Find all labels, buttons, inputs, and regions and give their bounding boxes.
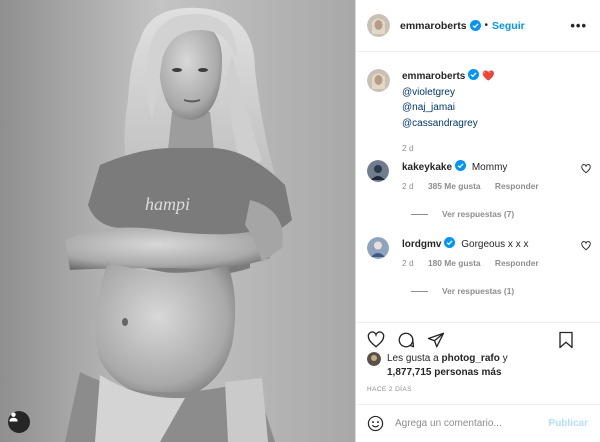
emoji-icon[interactable] [367, 415, 384, 432]
post-photo[interactable]: hampi [0, 0, 355, 442]
verified-badge-icon [469, 20, 481, 31]
replies-line [411, 213, 428, 215]
comment-heart-icon[interactable] [581, 164, 591, 174]
comment-heart-icon[interactable] [581, 241, 591, 251]
view-replies-label: Ver respuestas (1) [442, 286, 515, 296]
caption-username[interactable]: emmaroberts [402, 71, 465, 82]
comment-text: Gorgeous x x x [461, 239, 529, 250]
separator-dot: • [484, 20, 489, 31]
follow-button[interactable]: Seguir [492, 20, 525, 32]
comment-likes[interactable]: 180 Me gusta [428, 258, 481, 268]
comment-username[interactable]: kakeykake [402, 162, 452, 173]
mention-link[interactable]: @cassandragrey [402, 116, 495, 132]
likes-connector: y [502, 353, 508, 364]
more-options-button[interactable]: ••• [570, 18, 587, 33]
photo-illustration: hampi [0, 0, 355, 442]
comment-likes[interactable]: 385 Me gusta [428, 181, 481, 191]
mention-link[interactable]: @naj_jamai [402, 100, 495, 116]
comment-username[interactable]: lordgmv [402, 239, 441, 250]
reply-button[interactable]: Responder [495, 258, 539, 268]
comment-time[interactable]: 2 d [402, 258, 414, 268]
publish-button[interactable]: Publicar [549, 418, 588, 429]
post-caption: emmaroberts ❤️ @violetgrey @naj_jamai @c… [367, 69, 495, 157]
likes-count[interactable]: 1,877,715 personas más [387, 367, 502, 378]
caption-time[interactable]: 2 d [402, 141, 495, 157]
comments-list[interactable]: emmaroberts ❤️ @violetgrey @naj_jamai @c… [356, 52, 600, 322]
liker-avatar[interactable] [367, 352, 381, 366]
caption-avatar[interactable] [367, 69, 390, 92]
comment-avatar[interactable] [367, 237, 389, 259]
post-header: emmaroberts • Seguir ••• [356, 0, 600, 52]
comment-time[interactable]: 2 d [402, 181, 414, 191]
instagram-post: hampi emmaroberts • Seguir ••• emmarober… [0, 0, 600, 442]
post-side-panel: emmaroberts • Seguir ••• emmaroberts ❤️ … [355, 0, 600, 442]
add-comment-bar: Publicar [356, 404, 600, 442]
comment-meta: 2 d 385 Me gusta Responder [402, 179, 539, 194]
reply-button[interactable]: Responder [495, 181, 539, 191]
comment-meta: 2 d 180 Me gusta Responder [402, 256, 539, 271]
view-replies-button[interactable]: Ver respuestas (7) [411, 209, 514, 219]
mention-link[interactable]: @violetgrey [402, 85, 495, 101]
verified-badge-icon [444, 237, 456, 248]
liker-username[interactable]: photog_rafo [442, 353, 500, 364]
view-replies-label: Ver respuestas (7) [442, 209, 515, 219]
author-avatar[interactable] [367, 14, 390, 37]
comment-input[interactable] [395, 418, 545, 429]
comment-avatar[interactable] [367, 160, 389, 182]
svg-text:hampi: hampi [145, 194, 190, 214]
replies-line [411, 290, 428, 292]
comment-icon[interactable] [397, 331, 415, 349]
likes-prefix: Les gusta a [387, 353, 439, 364]
bookmark-icon[interactable] [558, 331, 574, 349]
comment-item: lordgmv Gorgeous x x x 2 d 180 Me gusta … [367, 237, 592, 271]
verified-badge-icon [455, 160, 467, 171]
likes-summary: Les gusta a photog_rafo y 1,877,715 pers… [367, 352, 508, 380]
user-tag-button[interactable] [8, 411, 30, 433]
share-icon[interactable] [427, 331, 445, 349]
verified-badge-icon [468, 69, 480, 80]
comment-item: kakeykake Mommy 2 d 385 Me gusta Respond… [367, 160, 592, 194]
author-username[interactable]: emmaroberts [400, 20, 467, 32]
view-replies-button[interactable]: Ver respuestas (1) [411, 286, 514, 296]
heart-emoji: ❤️ [482, 71, 495, 82]
post-timestamp[interactable]: HACE 2 DÍAS [367, 386, 412, 393]
heart-icon[interactable] [367, 331, 385, 349]
comment-text: Mommy [471, 162, 508, 173]
user-tag-icon [9, 412, 18, 422]
